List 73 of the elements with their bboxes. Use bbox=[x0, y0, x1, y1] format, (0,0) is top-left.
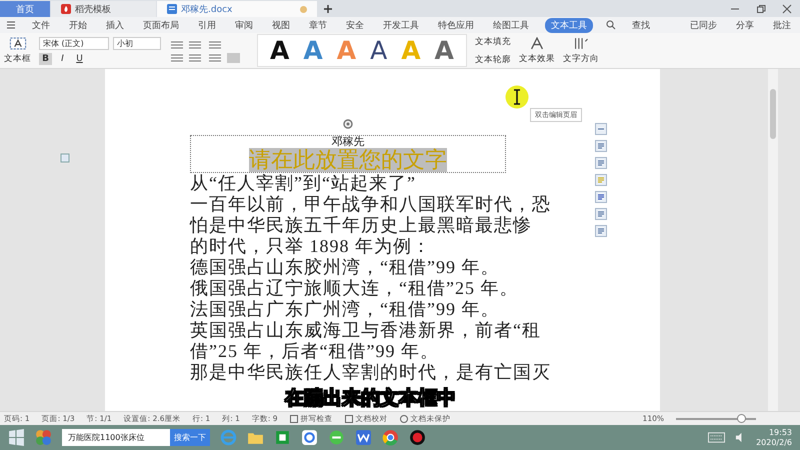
share-button[interactable]: 分享 bbox=[733, 18, 757, 32]
flame-icon bbox=[61, 4, 71, 14]
shield-icon[interactable] bbox=[400, 414, 408, 422]
menu-tab[interactable]: 页面布局 bbox=[140, 18, 182, 32]
document-tab[interactable]: 邓稼先.docx bbox=[157, 1, 317, 17]
colorful-app-icon[interactable] bbox=[35, 429, 52, 446]
body-text-line: 俄国强占辽宁旅顺大连，“租借”25 年。 bbox=[190, 278, 518, 299]
restore-icon[interactable] bbox=[756, 4, 766, 14]
proofread-icon[interactable] bbox=[344, 414, 353, 422]
unsaved-dot-icon bbox=[300, 6, 307, 12]
menu-tab[interactable]: 文件 bbox=[29, 18, 53, 32]
comment-button[interactable]: 批注 bbox=[770, 18, 794, 32]
writer-app-icon[interactable] bbox=[355, 429, 372, 446]
text-outline-button[interactable]: 文本轮廓 bbox=[474, 54, 511, 66]
header-text: 邓稼先 bbox=[332, 136, 364, 148]
menu-tab[interactable]: 开始 bbox=[66, 18, 90, 32]
menu-tab[interactable]: 绘图工具 bbox=[490, 18, 532, 32]
body-text-line: 一百年以前，甲午战争和八国联军时代，恐 bbox=[190, 194, 551, 215]
close-icon[interactable] bbox=[782, 4, 792, 14]
clock-time: 19:53 bbox=[768, 428, 792, 438]
menu-tab[interactable]: 引用 bbox=[195, 18, 219, 32]
windows-start-icon[interactable] bbox=[8, 429, 25, 446]
search-icon[interactable] bbox=[606, 20, 616, 30]
menu-tab[interactable]: 插入 bbox=[103, 18, 127, 32]
browser-search-field[interactable]: 万能医院1100张床位 bbox=[62, 429, 170, 446]
bold-button[interactable]: B bbox=[39, 52, 52, 64]
menu-tab[interactable]: 文本工具 bbox=[545, 18, 593, 32]
textbox-icon[interactable] bbox=[8, 36, 26, 50]
rotate-handle-icon[interactable] bbox=[343, 119, 353, 129]
body-text-line: 从“任人宰割”到“站起来了” bbox=[190, 173, 416, 194]
menu-tab[interactable]: 章节 bbox=[306, 18, 330, 32]
menu-tab[interactable]: 特色应用 bbox=[435, 18, 477, 32]
body-text-line: 怕是中华民族五千年历史上最黑暗最悲惨 bbox=[190, 215, 532, 236]
text-cursor-icon bbox=[505, 85, 529, 109]
italic-button[interactable]: I bbox=[56, 52, 69, 64]
font-field[interactable]: 宋体 (正文) bbox=[39, 36, 109, 50]
chrome-icon[interactable] bbox=[382, 429, 399, 446]
text-style-swatch[interactable]: A bbox=[303, 36, 323, 64]
search-button[interactable]: 搜索一下 bbox=[170, 429, 210, 446]
body-text-line: 英国强占山东威海卫与香港新界，前者“租 bbox=[190, 320, 541, 341]
font-size-field[interactable]: 小初 bbox=[113, 36, 161, 50]
text-direction-button[interactable]: 文字方向 bbox=[562, 52, 599, 64]
document-icon bbox=[167, 4, 177, 14]
body-text-line: 德国强占山东胶州湾，“租借”99 年。 bbox=[190, 257, 500, 278]
search-button[interactable]: 查找 bbox=[629, 18, 653, 32]
menu-tab[interactable]: 安全 bbox=[343, 18, 367, 32]
textbox-button[interactable]: 文本框 bbox=[4, 52, 31, 64]
text-fill-button[interactable]: 文本填充 bbox=[474, 36, 511, 48]
spell-check-icon[interactable] bbox=[290, 414, 298, 422]
document-tab[interactable]: 稻壳模板 bbox=[51, 1, 156, 17]
text-style-swatch[interactable]: A bbox=[270, 36, 290, 64]
sync-button[interactable]: 已同步 bbox=[687, 18, 720, 32]
menu-tab[interactable]: 视图 bbox=[269, 18, 293, 32]
text-effect-button[interactable]: 文本效果 bbox=[518, 52, 555, 64]
collapse-icon[interactable] bbox=[595, 123, 607, 135]
clock-date: 2020/2/6 bbox=[756, 438, 792, 448]
body-text-line: 借”25 年，后者“租借”99 年。 bbox=[190, 341, 439, 362]
menu-tab[interactable]: 审阅 bbox=[232, 18, 256, 32]
placeholder-text: 请在此放置您的文字 bbox=[249, 148, 447, 172]
underline-button[interactable]: U bbox=[73, 52, 86, 64]
text-style-swatch[interactable]: A bbox=[370, 36, 388, 64]
body-text-line: 法国强占广东广州湾，“租借”99 年。 bbox=[190, 299, 500, 320]
store-icon[interactable] bbox=[274, 429, 291, 446]
document-tab[interactable]: 首页 bbox=[0, 1, 50, 17]
menu-icon[interactable] bbox=[6, 20, 16, 30]
video-subtitle: 在蹦出来的文本框中 bbox=[285, 386, 456, 411]
text-style-swatch[interactable]: A bbox=[434, 36, 454, 64]
vertical-scrollbar[interactable] bbox=[768, 69, 778, 411]
header-text-box[interactable]: 邓稼先 请在此放置您的文字 bbox=[190, 135, 506, 173]
body-text-line: 的时代，只举 1898 年为例： bbox=[190, 236, 431, 257]
record-icon[interactable] bbox=[409, 429, 426, 446]
menu-tab[interactable]: 开发工具 bbox=[380, 18, 422, 32]
body-text-line: 那是中华民族任人宰割的时代，是有亡国灭 bbox=[190, 362, 551, 383]
